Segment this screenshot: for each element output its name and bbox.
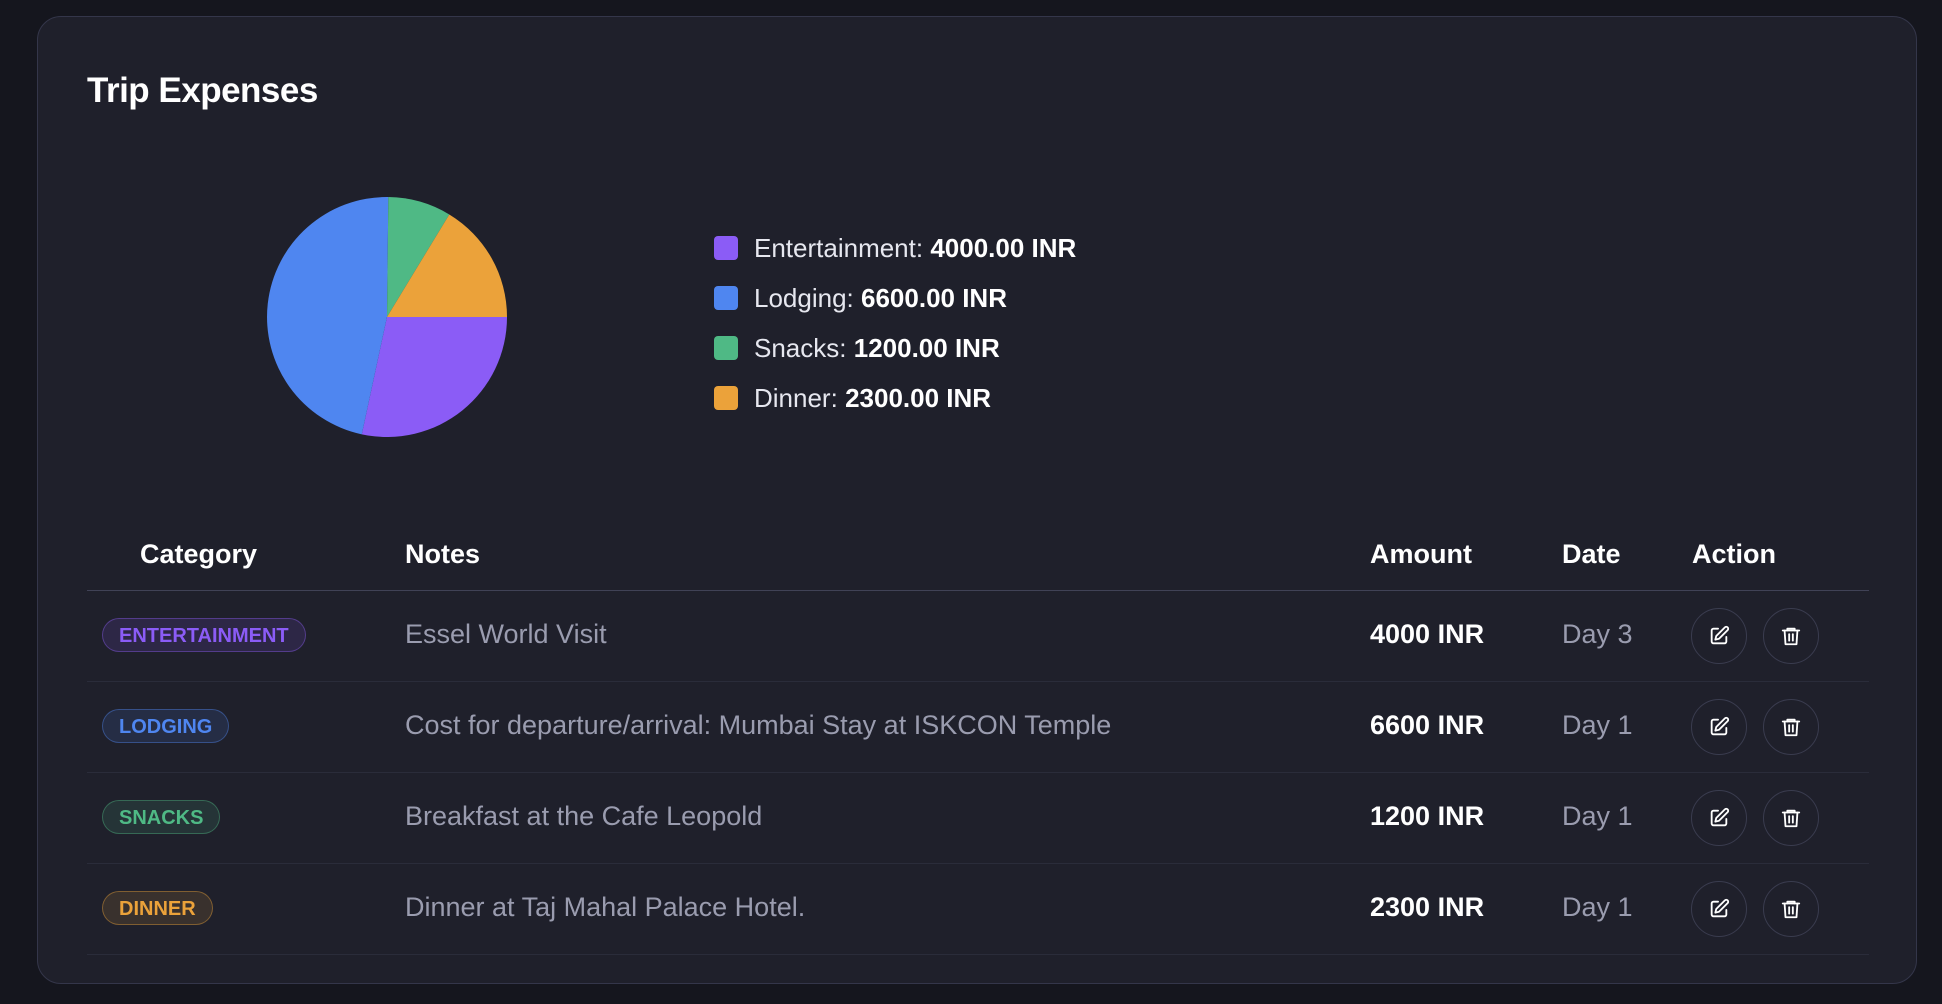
header-date: Date bbox=[1562, 539, 1621, 569]
edit-button[interactable] bbox=[1691, 608, 1747, 664]
row-amount: 4000 INR bbox=[1370, 619, 1485, 649]
legend-value: 2300.00 INR bbox=[845, 382, 992, 413]
trash-icon bbox=[1781, 900, 1801, 919]
table-row: LODGING Cost for departure/arrival: Mumb… bbox=[87, 682, 1869, 773]
expenses-card: Trip Expenses Entertainment: 4000.00 INR… bbox=[37, 16, 1917, 984]
legend-item-lodging: Lodging: 6600.00 INR bbox=[714, 273, 1076, 323]
row-notes: Essel World Visit bbox=[405, 619, 607, 649]
legend-value: 6600.00 INR bbox=[861, 282, 1007, 313]
edit-icon bbox=[1710, 716, 1730, 736]
category-badge: DINNER bbox=[102, 891, 213, 925]
row-date: Day 1 bbox=[1562, 801, 1633, 831]
edit-button[interactable] bbox=[1691, 881, 1747, 937]
category-badge: ENTERTAINMENT bbox=[102, 618, 306, 652]
legend-swatch bbox=[714, 386, 738, 410]
row-amount: 2300 INR bbox=[1370, 892, 1485, 922]
legend-swatch bbox=[714, 336, 738, 360]
row-date: Day 1 bbox=[1562, 710, 1633, 740]
trash-icon bbox=[1781, 718, 1801, 737]
pie-slice-entertainment bbox=[361, 317, 507, 437]
legend-label: Snacks: bbox=[754, 332, 847, 363]
legend-item-entertainment: Entertainment: 4000.00 INR bbox=[714, 223, 1076, 273]
expense-pie-chart bbox=[267, 197, 507, 437]
delete-button[interactable] bbox=[1763, 699, 1819, 755]
legend-swatch bbox=[714, 286, 738, 310]
row-notes: Cost for departure/arrival: Mumbai Stay … bbox=[405, 710, 1112, 740]
page-title: Trip Expenses bbox=[87, 71, 318, 110]
header-action: Action bbox=[1692, 539, 1776, 569]
expenses-table: Category Notes Amount Date Action ENTERT… bbox=[87, 519, 1869, 955]
row-amount: 1200 INR bbox=[1370, 801, 1485, 831]
header-amount: Amount bbox=[1370, 539, 1472, 569]
legend-label: Entertainment: bbox=[754, 232, 924, 263]
chart-legend: Entertainment: 4000.00 INR Lodging: 6600… bbox=[714, 223, 1076, 423]
row-amount: 6600 INR bbox=[1370, 710, 1485, 740]
table-header: Category Notes Amount Date Action bbox=[87, 519, 1869, 591]
table-row: DINNER Dinner at Taj Mahal Palace Hotel.… bbox=[87, 864, 1869, 955]
row-notes: Dinner at Taj Mahal Palace Hotel. bbox=[405, 892, 806, 922]
legend-item-snacks: Snacks: 1200.00 INR bbox=[714, 323, 1076, 373]
legend-item-dinner: Dinner: 2300.00 INR bbox=[714, 373, 1076, 423]
header-notes: Notes bbox=[405, 539, 481, 569]
trash-icon bbox=[1781, 809, 1801, 828]
legend-value: 4000.00 INR bbox=[930, 232, 1077, 263]
delete-button[interactable] bbox=[1763, 881, 1819, 937]
legend-label: Lodging: bbox=[754, 282, 854, 313]
edit-icon bbox=[1710, 625, 1730, 645]
row-notes: Breakfast at the Cafe Leopold bbox=[405, 801, 763, 831]
delete-button[interactable] bbox=[1763, 790, 1819, 846]
category-badge: LODGING bbox=[102, 709, 230, 743]
edit-button[interactable] bbox=[1691, 699, 1747, 755]
table-row: ENTERTAINMENT Essel World Visit 4000 INR… bbox=[87, 591, 1869, 682]
table-row: SNACKS Breakfast at the Cafe Leopold 120… bbox=[87, 773, 1869, 864]
delete-button[interactable] bbox=[1763, 608, 1819, 664]
header-category: Category bbox=[140, 539, 258, 569]
edit-icon bbox=[1710, 898, 1730, 918]
category-badge: SNACKS bbox=[102, 800, 221, 834]
edit-button[interactable] bbox=[1691, 790, 1747, 846]
row-date: Day 1 bbox=[1562, 892, 1633, 922]
trash-icon bbox=[1781, 627, 1801, 646]
legend-swatch bbox=[714, 236, 738, 260]
edit-icon bbox=[1710, 807, 1730, 827]
row-date: Day 3 bbox=[1562, 619, 1633, 649]
legend-value: 1200.00 INR bbox=[853, 332, 1000, 363]
legend-label: Dinner: bbox=[754, 382, 838, 413]
